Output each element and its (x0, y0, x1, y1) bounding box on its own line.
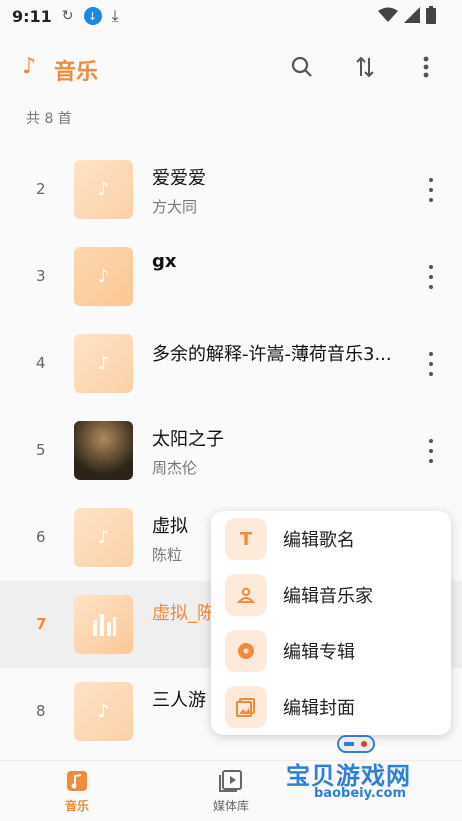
song-title: 多余的解释-许嵩-薄荷音乐3... (152, 344, 392, 365)
watermark-url: baobeiy.com (314, 786, 406, 801)
status-icons-right (378, 6, 436, 24)
menu-item-edit-album[interactable]: 编辑专辑 (225, 629, 445, 673)
song-number: 7 (36, 615, 47, 633)
library-icon (219, 769, 243, 793)
song-number: 8 (36, 702, 46, 720)
album-cover: ♪ (74, 682, 133, 741)
music-icon (65, 769, 89, 793)
menu-item-label: 编辑专辑 (283, 642, 355, 663)
song-row[interactable]: 3 ♪ gx (0, 233, 462, 320)
music-note-icon: ♪ (97, 179, 110, 200)
battery-icon (426, 6, 436, 24)
music-note-icon: ♪ (97, 701, 110, 722)
song-more-icon[interactable] (426, 439, 436, 463)
album-cover-image (74, 421, 133, 480)
signal-icon (404, 7, 420, 23)
song-title: 虚拟 (152, 516, 188, 537)
equalizer-icon (92, 613, 116, 636)
wifi-icon (378, 7, 398, 22)
music-note-icon: ♪ (22, 54, 37, 79)
song-more-icon[interactable] (426, 178, 436, 202)
sync-icon: ↻ (61, 8, 74, 24)
music-note-icon: ♪ (97, 527, 110, 548)
song-number: 6 (36, 528, 46, 546)
song-number: 2 (36, 180, 46, 198)
song-row[interactable]: 4 ♪ 多余的解释-许嵩-薄荷音乐3... (0, 320, 462, 407)
song-artist: 方大同 (152, 198, 198, 216)
status-time: 9:11 (12, 6, 52, 26)
song-artist: 周杰伦 (152, 459, 198, 477)
nav-label: 媒体库 (212, 799, 249, 813)
song-more-icon[interactable] (426, 265, 436, 289)
song-title: 虚拟_陈 (152, 603, 215, 624)
song-number: 4 (36, 354, 46, 372)
song-title: 太阳之子 (152, 429, 224, 450)
song-artist: 陈粒 (152, 546, 183, 564)
song-number: 5 (36, 441, 46, 459)
music-note-icon: ♪ (97, 266, 110, 287)
status-bar: 9:11 ↻ ↓ ⤓ (0, 0, 462, 32)
menu-item-label: 编辑封面 (283, 698, 355, 719)
search-icon[interactable] (289, 54, 315, 80)
app-header: ♪ 音乐 (0, 44, 462, 92)
nav-label: 音乐 (64, 799, 89, 813)
album-cover: ♪ (74, 334, 133, 393)
menu-item-edit-artist[interactable]: 编辑音乐家 (225, 573, 445, 617)
song-count: 共 8 首 (26, 111, 72, 127)
text-icon: T (225, 518, 267, 560)
menu-item-label: 编辑歌名 (283, 530, 355, 551)
song-row[interactable]: 2 ♪ 爱爱爱 方大同 (0, 146, 462, 233)
album-icon (225, 630, 267, 672)
menu-item-edit-title[interactable]: T 编辑歌名 (225, 517, 445, 561)
song-title: 爱爱爱 (152, 168, 206, 189)
album-cover: ♪ (74, 160, 133, 219)
song-title: 三人游 (152, 690, 206, 711)
song-title: gx (152, 251, 177, 272)
watermark-logo: 宝贝游戏网 baobeiy.com (286, 732, 436, 820)
song-number: 3 (36, 267, 46, 285)
more-icon[interactable] (413, 54, 439, 80)
page-title: 音乐 (54, 60, 99, 85)
album-cover: ♪ (74, 247, 133, 306)
music-note-icon: ♪ (97, 353, 110, 374)
gamepad-icon (337, 735, 375, 753)
edit-popup-menu: T 编辑歌名 编辑音乐家 编辑专辑 编辑封面 (211, 511, 451, 735)
person-icon (225, 574, 267, 616)
image-icon (225, 686, 267, 728)
menu-item-edit-cover[interactable]: 编辑封面 (225, 685, 445, 729)
download-active-icon: ↓ (83, 7, 102, 25)
album-cover: ♪ (74, 508, 133, 567)
menu-item-label: 编辑音乐家 (283, 586, 373, 607)
album-cover (74, 595, 133, 654)
status-icons-left: ↻ ↓ ⤓ (62, 6, 119, 26)
download-icon: ⤓ (111, 6, 119, 25)
song-more-icon[interactable] (426, 352, 436, 376)
song-row[interactable]: 5 太阳之子 周杰伦 (0, 407, 462, 494)
sort-icon[interactable] (352, 54, 378, 80)
nav-item-library[interactable]: 媒体库 (181, 769, 281, 814)
nav-item-music[interactable]: 音乐 (27, 769, 127, 814)
